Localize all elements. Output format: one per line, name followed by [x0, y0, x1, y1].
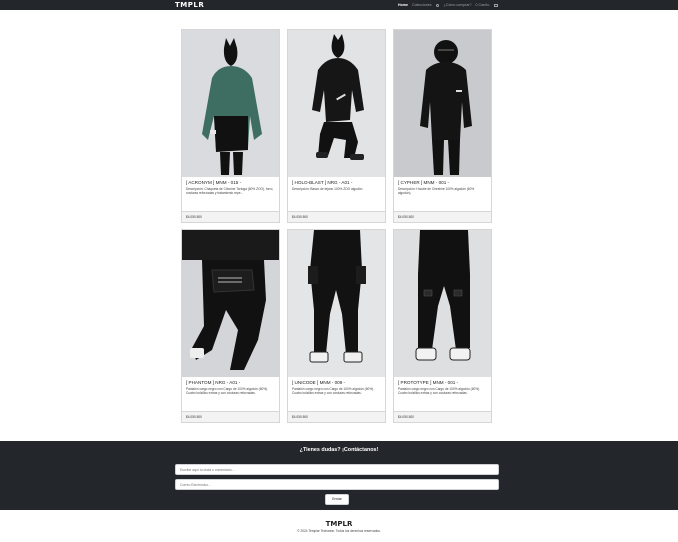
nav-cart[interactable]: 0 Carrito	[476, 3, 490, 7]
product-footer: $4.050.500	[182, 211, 279, 222]
cart-icon[interactable]	[494, 3, 499, 7]
product-image[interactable]	[288, 230, 385, 377]
product-card[interactable]: [ CYPHER ] MNM - 001 - Descripción: Hood…	[393, 29, 492, 223]
product-image[interactable]	[288, 30, 385, 177]
product-card[interactable]: [ PROTOTYPE ] MNM - 001 - Pantalón cargo…	[393, 229, 492, 423]
contact-section: ¿Tienes dudas? ¡Contáctanos! Enviar	[0, 441, 678, 510]
product-card[interactable]: [ ACRONYM ] MNM - 015 - Descripción: Cha…	[181, 29, 280, 223]
send-button[interactable]: Enviar	[325, 494, 349, 505]
brand-logo[interactable]: TMPLR	[175, 0, 204, 10]
product-price: $4.050.500	[398, 415, 414, 419]
top-navbar: TMPLR Home Colecciones ¿Cómo comprar? 0 …	[0, 0, 678, 10]
product-title[interactable]: [ ACRONYM ] MNM - 015 -	[186, 180, 276, 186]
user-icon	[435, 3, 439, 7]
product-description: Pantalón cargo negro con Cargo de 100% a…	[186, 387, 269, 396]
product-footer: $4.050.500	[394, 211, 491, 222]
product-price: $4.050.500	[398, 215, 414, 219]
product-price: $4.050.500	[292, 415, 308, 419]
product-price: $4.050.500	[186, 415, 202, 419]
product-price: $4.050.500	[186, 215, 202, 219]
product-footer: $4.050.500	[288, 411, 385, 422]
product-card[interactable]: [ HOLO-BLAST ] NRG - A01 - Descripción: …	[287, 29, 386, 223]
product-title[interactable]: [ CYPHER ] MNM - 001 -	[398, 180, 488, 186]
product-image[interactable]	[394, 230, 491, 377]
nav-home[interactable]: Home	[398, 3, 408, 7]
nav-como-comprar[interactable]: ¿Cómo comprar?	[444, 3, 472, 7]
product-title[interactable]: [ PROTOTYPE ] MNM - 001 -	[398, 380, 488, 386]
product-title[interactable]: [ UNICODE ] MNM - 009 -	[292, 380, 382, 386]
product-footer: $4.050.500	[394, 411, 491, 422]
product-description: Descripción: Hoodie de Cheshire 100% alg…	[398, 187, 475, 196]
product-title[interactable]: [ HOLO-BLAST ] NRG - A01 -	[292, 180, 382, 186]
nav-menu: Home Colecciones ¿Cómo comprar? 0 Carrit…	[398, 0, 499, 10]
product-title[interactable]: [ PHANTOM ] NRG - A01 -	[186, 380, 276, 386]
footer-logo: TMPLR	[325, 520, 353, 528]
product-description: Descripción: Chaqueta de Chlorine Tortug…	[186, 187, 274, 196]
copyright-text: © 2024 Templar Techwear. Todos los derec…	[297, 529, 381, 533]
product-card[interactable]: [ PHANTOM ] NRG - A01 - Pantalón cargo n…	[181, 229, 280, 423]
product-footer: $4.050.500	[288, 211, 385, 222]
product-description: Pantalón cargo negro con Cargo de 100% a…	[292, 387, 375, 396]
product-image[interactable]	[394, 30, 491, 177]
product-description: Descripción: Basco de tejano 100% ZOO al…	[292, 187, 363, 191]
product-footer: $4.050.500	[182, 411, 279, 422]
product-price: $4.050.500	[292, 215, 308, 219]
contact-title: ¿Tienes dudas? ¡Contáctanos!	[299, 447, 379, 453]
product-description: Pantalón cargo negro con Cargo de 100% a…	[398, 387, 481, 396]
product-card[interactable]: [ UNICODE ] MNM - 009 - Pantalón cargo n…	[287, 229, 386, 423]
email-input[interactable]	[175, 479, 499, 490]
product-image[interactable]	[182, 30, 279, 177]
nav-colecciones[interactable]: Colecciones	[412, 3, 432, 7]
message-input[interactable]	[175, 464, 499, 475]
product-image[interactable]	[182, 230, 279, 377]
